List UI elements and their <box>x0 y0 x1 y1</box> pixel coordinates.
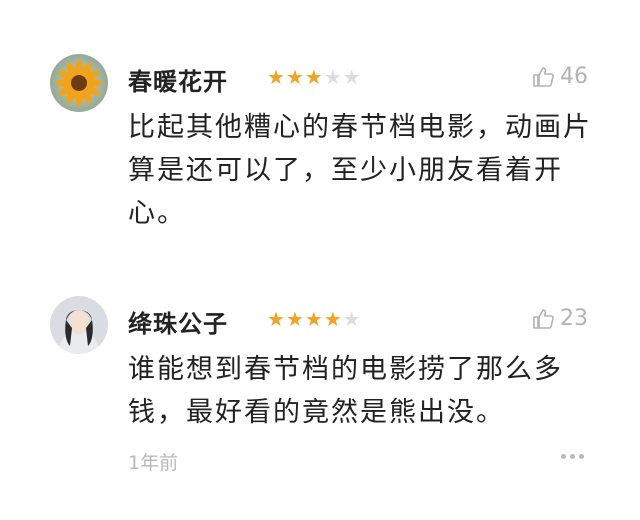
like-button[interactable]: 46 <box>532 64 588 89</box>
comment-text: 谁能想到春节档的电影捞了那么多钱，最好看的竟然是熊出没。 <box>128 354 563 428</box>
like-button[interactable]: 23 <box>532 306 588 331</box>
star-filled-icon: ★ <box>267 307 286 331</box>
timestamp: 1年前 <box>128 452 179 474</box>
star-rating: ★★★★★ <box>267 307 362 331</box>
dot <box>579 454 584 459</box>
avatar[interactable] <box>50 54 108 112</box>
star-empty-icon: ★ <box>323 65 343 89</box>
thumbs-up-icon <box>533 66 554 87</box>
username[interactable]: 绛珠公子 <box>128 304 228 339</box>
like-count: 23 <box>560 306 588 331</box>
comment-text: 比起其他糟心的春节档电影，动画片算是还可以了，至少小朋友看着开心。 <box>128 112 592 229</box>
star-filled-icon: ★ <box>285 307 305 331</box>
username[interactable]: 春暖花开 <box>128 62 228 97</box>
comment-item: 绛珠公子 ★★★★★ 23 谁能想到春节档的电影捞了那么多钱，最好看的竟然是熊出… <box>0 282 640 492</box>
like-count: 46 <box>560 64 588 89</box>
dot <box>570 454 575 459</box>
star-filled-icon: ★ <box>323 307 343 331</box>
star-filled-icon: ★ <box>285 65 305 89</box>
star-filled-icon: ★ <box>304 65 324 89</box>
comment-item: 春暖花开 ★★★★★ 46 比起其他糟心的春节档电影，动画片算是还可以了，至少小… <box>0 40 640 250</box>
person-avatar-icon <box>50 296 108 354</box>
star-rating: ★★★★★ <box>267 65 362 89</box>
dot <box>561 454 566 459</box>
star-filled-icon: ★ <box>304 307 324 331</box>
avatar[interactable] <box>50 296 108 354</box>
more-dots-icon[interactable] <box>561 454 584 459</box>
sunflower-avatar-icon <box>50 54 108 112</box>
star-empty-icon: ★ <box>342 307 362 331</box>
star-empty-icon: ★ <box>342 65 362 89</box>
thumbs-up-icon <box>533 308 554 329</box>
star-filled-icon: ★ <box>267 65 286 89</box>
